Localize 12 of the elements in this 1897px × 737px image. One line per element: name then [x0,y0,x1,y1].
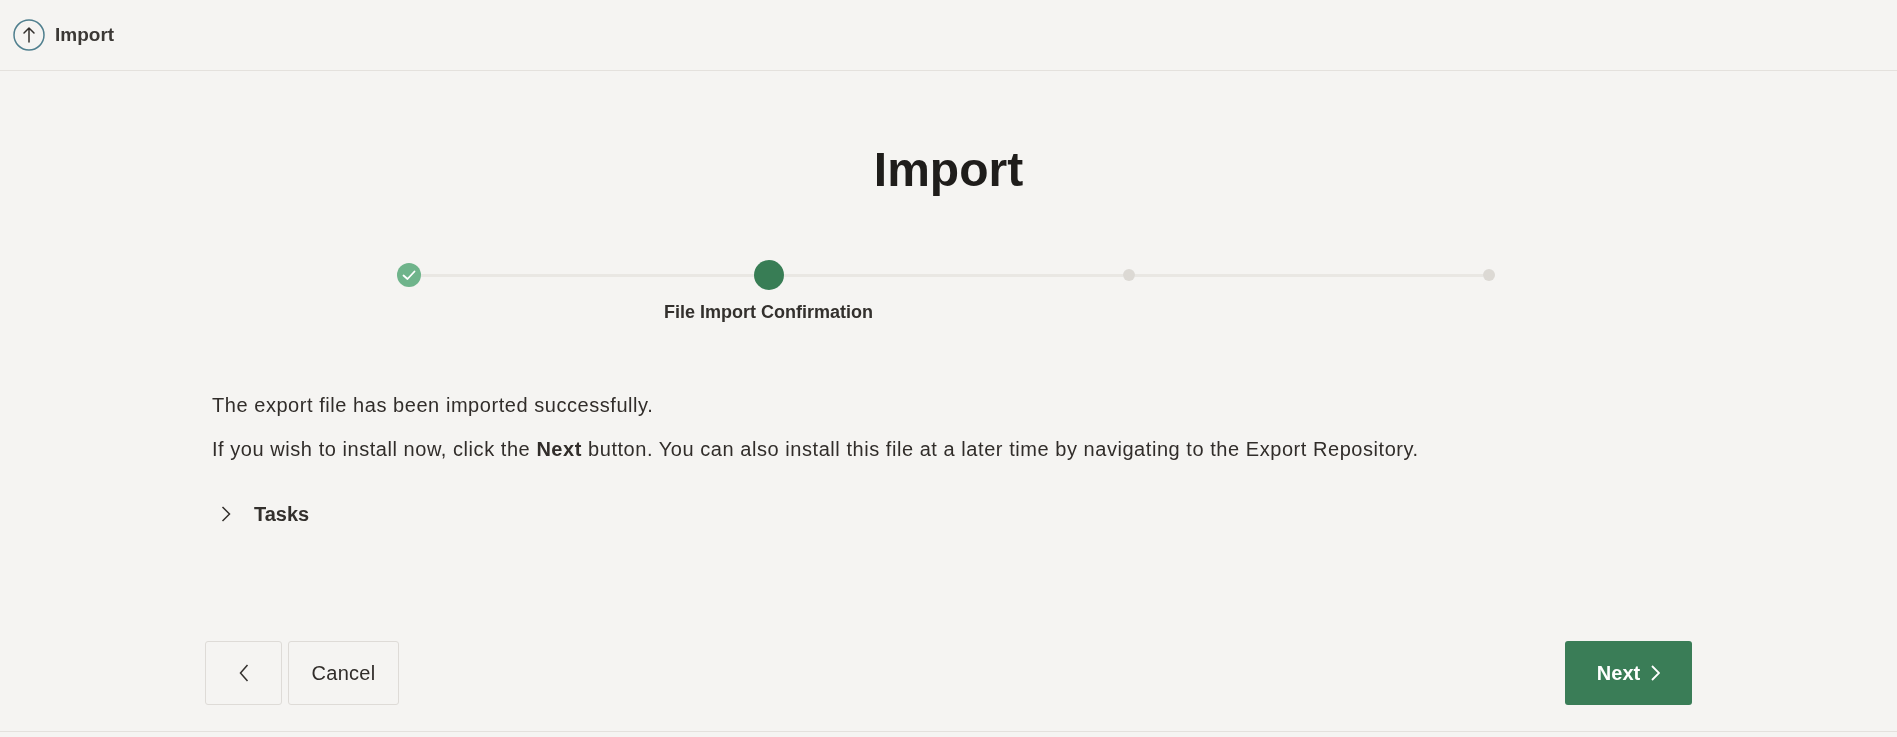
chevron-right-icon [1651,665,1661,681]
header-title: Import [55,22,115,47]
back-button[interactable] [205,641,282,705]
chevron-left-icon [238,664,249,682]
next-button[interactable]: Next [1565,641,1692,705]
page-title: Import [873,142,1024,198]
cancel-button[interactable]: Cancel [288,641,399,705]
upload-icon [13,19,45,51]
tasks-toggle[interactable]: Tasks [221,500,310,528]
message-text: If you wish to install now, click the Next button. You can also install this file at a later time by navigating to the Export Repository. [212,437,1419,462]
message-text: The export file has been imported successfully. [212,393,654,418]
step-label: File Import Confirmation [664,301,873,324]
